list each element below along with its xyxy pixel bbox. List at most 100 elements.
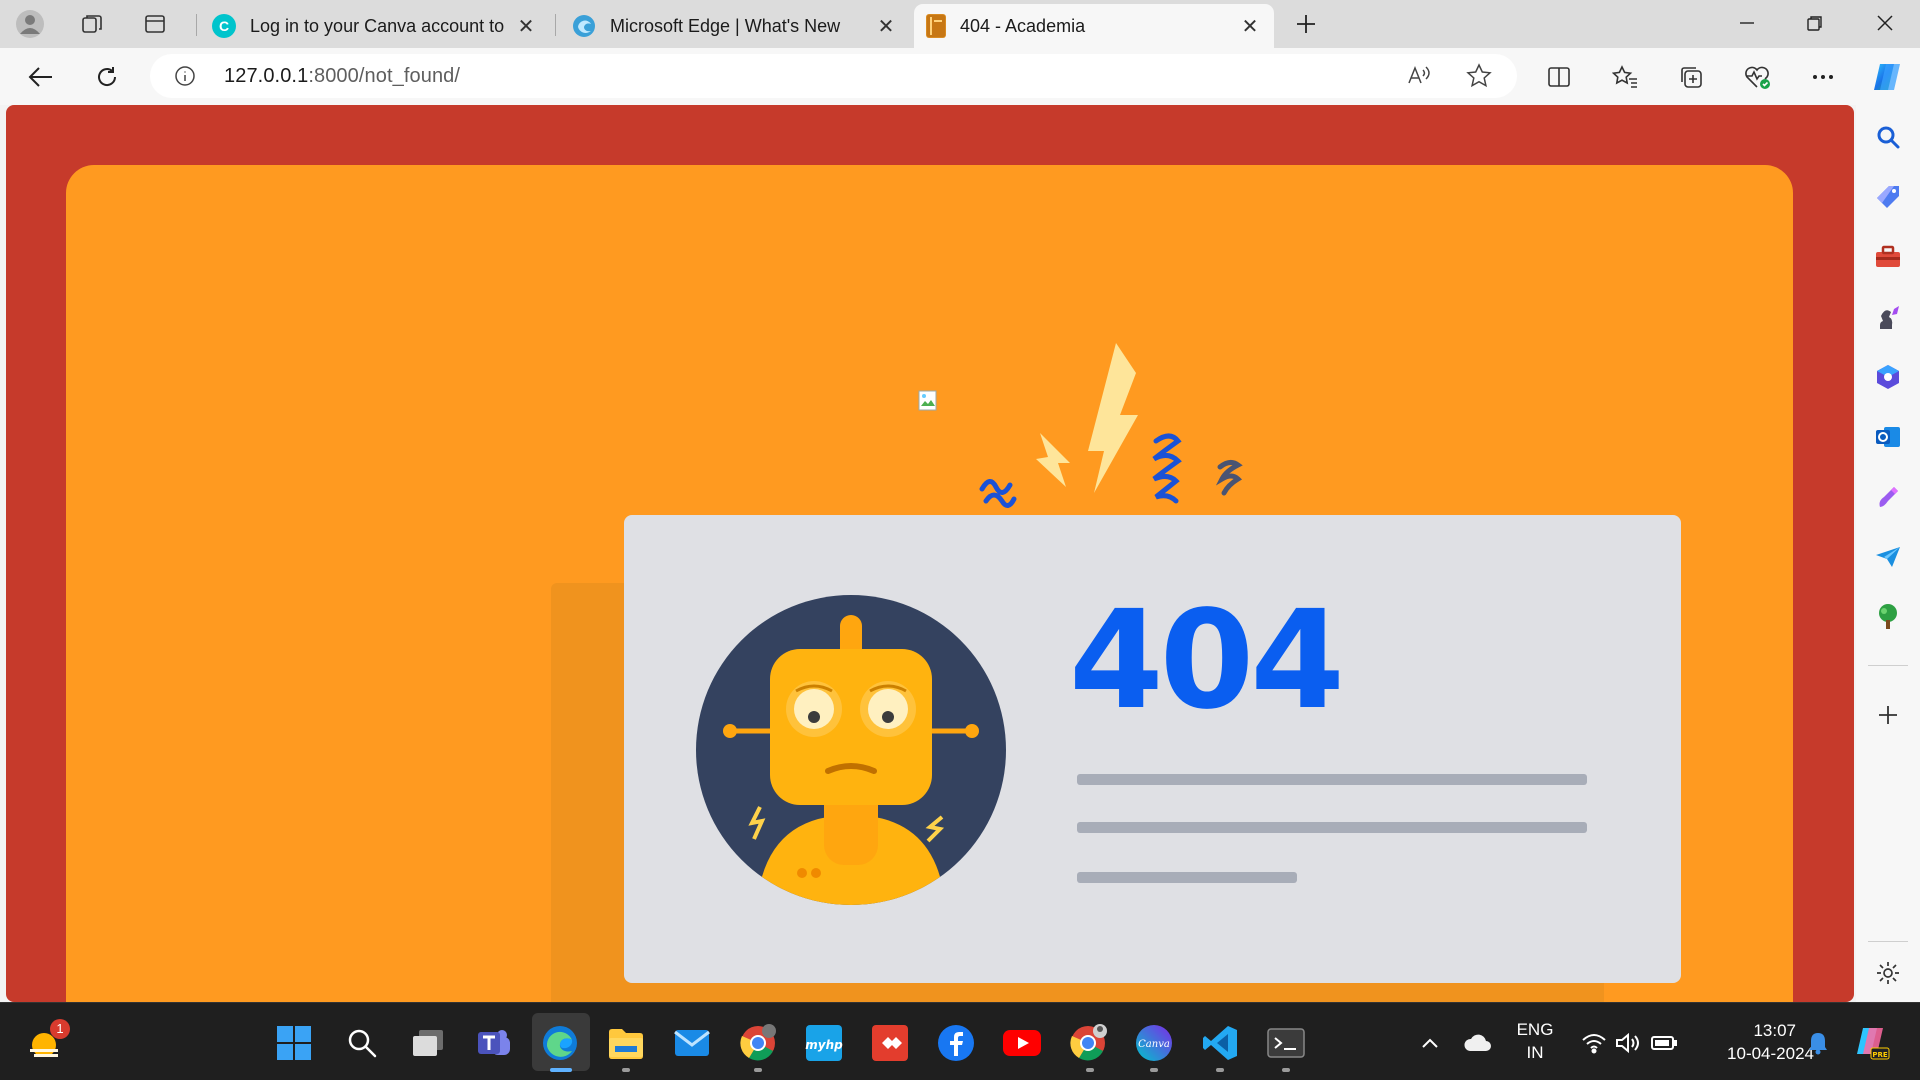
read-aloud-icon[interactable] <box>1406 63 1432 89</box>
robot-avatar <box>696 595 1006 905</box>
edge-sidebar <box>1856 105 1920 1002</box>
start-icon[interactable] <box>272 1021 316 1065</box>
add-icon[interactable] <box>1872 699 1904 731</box>
chrome-icon[interactable] <box>1066 1021 1110 1065</box>
url-text[interactable]: 127.0.0.1:8000/not_found/ <box>224 65 460 88</box>
workspaces-icon[interactable] <box>74 6 110 42</box>
battery-icon[interactable] <box>1642 1021 1686 1065</box>
copilot-icon[interactable] <box>1866 56 1908 98</box>
weather-widget-icon[interactable]: 1 <box>24 1019 70 1065</box>
close-window-icon[interactable] <box>1852 0 1918 46</box>
active-indicator <box>550 1068 572 1072</box>
mail-icon[interactable] <box>670 1021 714 1065</box>
placeholder-line <box>1077 774 1587 785</box>
close-tab-icon[interactable]: ✕ <box>874 14 898 38</box>
task-view-icon[interactable] <box>406 1021 450 1065</box>
address-bar[interactable]: 127.0.0.1:8000/not_found/ <box>150 54 1517 98</box>
vscode-icon[interactable] <box>1198 1021 1242 1065</box>
search-icon[interactable] <box>1872 121 1904 153</box>
back-icon[interactable] <box>20 56 62 98</box>
running-indicator <box>1150 1068 1158 1072</box>
anydesk-icon[interactable] <box>868 1021 912 1065</box>
running-indicator <box>754 1068 762 1072</box>
refresh-icon[interactable] <box>86 56 128 98</box>
site-info-icon[interactable] <box>174 65 196 87</box>
minimize-icon[interactable] <box>1714 0 1780 46</box>
tab-academia-404[interactable]: 404 - Academia ✕ <box>914 4 1274 48</box>
tree-icon[interactable] <box>1872 601 1904 633</box>
notification-bell-icon[interactable] <box>1796 1021 1840 1065</box>
page-viewport: 404 <box>6 105 1854 1002</box>
notification-badge: 1 <box>50 1019 70 1039</box>
tab-separator <box>555 14 556 36</box>
facebook-icon[interactable] <box>934 1021 978 1065</box>
shopping-tag-icon[interactable] <box>1872 181 1904 213</box>
edge-taskbar-icon[interactable] <box>538 1021 582 1065</box>
running-indicator <box>1216 1068 1224 1072</box>
teams-icon[interactable] <box>472 1021 516 1065</box>
running-indicator <box>622 1068 630 1072</box>
error-code: 404 <box>1069 582 1345 740</box>
canva-taskbar-icon[interactable]: Canva <box>1132 1021 1176 1065</box>
outlook-icon[interactable] <box>1872 421 1904 453</box>
myhp-icon[interactable]: myhp <box>802 1021 846 1065</box>
sidebar-divider <box>1868 941 1908 942</box>
send-icon[interactable] <box>1872 541 1904 573</box>
tab-edge-whats-new[interactable]: Microsoft Edge | What's New ✕ <box>560 4 910 48</box>
split-screen-icon[interactable] <box>1538 56 1580 98</box>
tab-canva-login[interactable]: C Log in to your Canva account to ✕ <box>200 4 550 48</box>
broken-image-icon <box>918 390 938 412</box>
games-icon[interactable] <box>1872 301 1904 333</box>
region-code: IN <box>1526 1043 1544 1062</box>
browser-essentials-icon[interactable] <box>1736 56 1778 98</box>
tab-separator <box>196 14 197 36</box>
placeholder-line <box>1077 822 1587 833</box>
language-indicator[interactable]: ENG IN <box>1500 1018 1570 1064</box>
clock-time: 13:07 <box>1753 1021 1796 1040</box>
language-code: ENG <box>1516 1020 1554 1039</box>
sidebar-divider <box>1868 665 1908 666</box>
url-host: 127.0.0.1 <box>224 65 309 87</box>
clock-date: 10-04-2024 <box>1727 1044 1814 1063</box>
youtube-icon[interactable] <box>1000 1021 1044 1065</box>
toolbox-icon[interactable] <box>1872 241 1904 273</box>
svg-text:PRE: PRE <box>1872 1051 1888 1059</box>
clock[interactable]: 13:07 10-04-2024 <box>1684 1019 1814 1065</box>
placeholder-line <box>1077 872 1297 883</box>
address-toolbar: 127.0.0.1:8000/not_found/ <box>0 48 1920 105</box>
terminal-icon[interactable] <box>1264 1021 1308 1065</box>
running-indicator <box>1282 1068 1290 1072</box>
vertical-tabs-icon[interactable] <box>137 6 173 42</box>
close-tab-icon[interactable]: ✕ <box>1238 14 1262 38</box>
tab-title: 404 - Academia <box>960 15 1086 36</box>
chevron-up-icon[interactable] <box>1408 1021 1452 1065</box>
close-tab-icon[interactable]: ✕ <box>514 14 538 38</box>
tab-title: Microsoft Edge | What's New <box>610 15 841 36</box>
tab-strip: C Log in to your Canva account to ✕ Micr… <box>0 0 1920 48</box>
m365-icon[interactable] <box>1872 361 1904 393</box>
windows-taskbar: 1 myhp Canva ENG IN 13:07 10-04-2024 PRE <box>0 1002 1920 1080</box>
more-options-icon[interactable] <box>1802 56 1844 98</box>
error-panel: 404 <box>624 515 1681 983</box>
edge-icon <box>572 14 596 38</box>
book-icon <box>926 14 946 38</box>
settings-icon[interactable] <box>1872 957 1904 989</box>
copilot-preview-icon[interactable]: PRE <box>1850 1021 1894 1065</box>
svg-text:myhp: myhp <box>805 1038 843 1052</box>
new-tab-icon[interactable] <box>1288 6 1324 42</box>
profile-avatar[interactable] <box>12 6 48 42</box>
canva-icon: C <box>212 14 236 38</box>
collections-icon[interactable] <box>1670 56 1712 98</box>
restore-icon[interactable] <box>1782 0 1848 46</box>
running-indicator <box>1086 1068 1094 1072</box>
file-explorer-icon[interactable] <box>604 1021 648 1065</box>
favorite-star-icon[interactable] <box>1466 63 1492 89</box>
svg-text:Canva: Canva <box>1138 1039 1170 1050</box>
search-icon[interactable] <box>340 1021 384 1065</box>
url-path: :8000/not_found/ <box>308 65 461 87</box>
chrome-profile-icon[interactable] <box>736 1021 780 1065</box>
tab-title: Log in to your Canva account to <box>250 15 505 36</box>
onedrive-cloud-icon[interactable] <box>1456 1021 1500 1065</box>
designer-icon[interactable] <box>1872 481 1904 513</box>
favorites-icon[interactable] <box>1604 56 1646 98</box>
